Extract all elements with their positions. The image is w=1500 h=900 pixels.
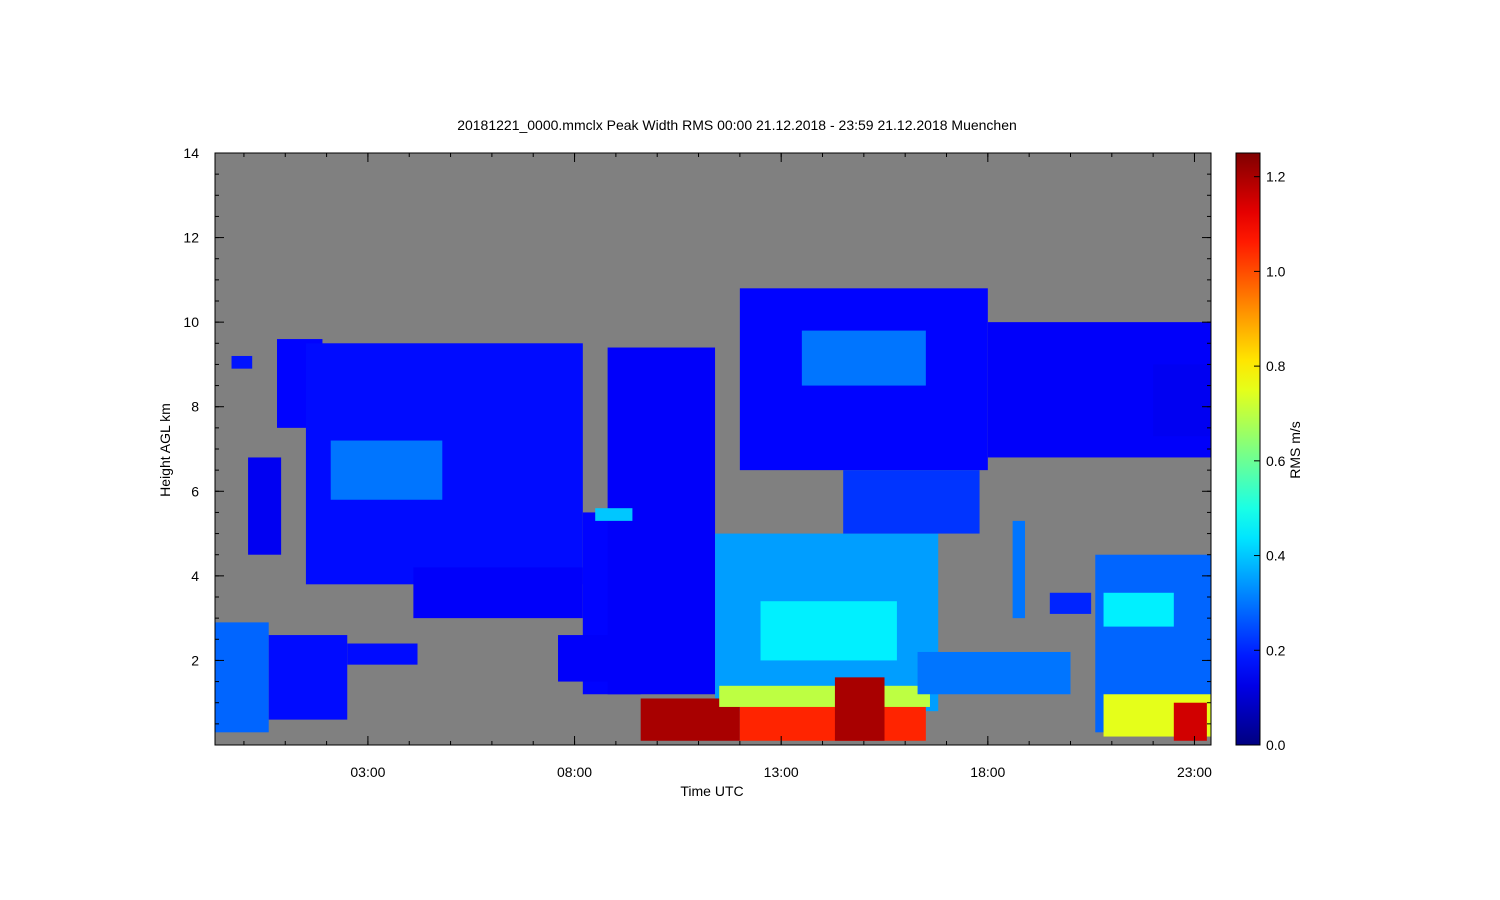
y-tick-label: 8 bbox=[191, 399, 199, 415]
heatmap-cell-22 bbox=[1049, 592, 1092, 614]
colorbar-tick-label: 0.8 bbox=[1266, 358, 1286, 374]
colorbar-tick-label: 1.2 bbox=[1266, 169, 1286, 185]
heatmap-cell-8 bbox=[595, 508, 633, 521]
y-tick-label: 2 bbox=[191, 652, 199, 668]
heatmap-cell-24 bbox=[1103, 592, 1174, 627]
colorbar-label: RMS m/s bbox=[1287, 421, 1303, 479]
x-tick-label: 18:00 bbox=[970, 764, 1005, 780]
heatmap-cell-16 bbox=[801, 330, 926, 386]
y-tick-label: 14 bbox=[183, 145, 199, 161]
x-tick-label: 03:00 bbox=[350, 764, 385, 780]
colorbar-tick-label: 0.4 bbox=[1266, 548, 1286, 564]
colorbar-tick-label: 1.0 bbox=[1266, 263, 1286, 279]
heatmap-cell-30 bbox=[558, 635, 608, 682]
x-tick-label: 13:00 bbox=[764, 764, 799, 780]
x-tick-label: 08:00 bbox=[557, 764, 592, 780]
heatmap-cell-27 bbox=[215, 622, 269, 733]
colorbar: 0.0 0.2 0.4 0.6 0.8 1.0 1.2 bbox=[1235, 152, 1286, 753]
heatmap-cell-5 bbox=[413, 567, 583, 619]
colorbar-tick-label: 0.2 bbox=[1266, 642, 1286, 658]
y-axis-label: Height AGL km bbox=[157, 403, 173, 497]
y-tick-label: 12 bbox=[183, 230, 199, 246]
heatmap-cell-10 bbox=[760, 601, 897, 661]
y-tick-label: 6 bbox=[191, 483, 199, 499]
colorbar-tick-label: 0.0 bbox=[1266, 737, 1286, 753]
colorbar-tick-label: 0.6 bbox=[1266, 453, 1286, 469]
heatmap-cell-19 bbox=[1153, 364, 1211, 437]
heatmap-cell-13 bbox=[719, 685, 930, 707]
plot-area bbox=[214, 152, 1212, 746]
chart-svg: 20181221_0000.mmclx Peak Width RMS 00:00… bbox=[157, 117, 1303, 799]
heatmap-cell-17 bbox=[843, 470, 980, 534]
colorbar-scale bbox=[1235, 152, 1261, 746]
heatmap-cell-0 bbox=[231, 355, 253, 369]
heatmap-cell-4 bbox=[330, 440, 443, 500]
heatmap-cell-28 bbox=[268, 635, 348, 720]
heatmap-cell-14 bbox=[834, 677, 885, 741]
heatmap-cell-29 bbox=[347, 643, 418, 665]
y-tick-label: 10 bbox=[183, 314, 199, 330]
chart-title: 20181221_0000.mmclx Peak Width RMS 00:00… bbox=[457, 117, 1017, 133]
heatmap-cell-26 bbox=[1173, 702, 1207, 741]
x-axis-label: Time UTC bbox=[680, 783, 743, 799]
heatmap-cell-21 bbox=[1012, 520, 1026, 619]
y-tick-label: 4 bbox=[191, 568, 199, 584]
x-tick-label: 23:00 bbox=[1177, 764, 1212, 780]
heatmap-cell-1 bbox=[248, 457, 282, 555]
heatmap-cell-20 bbox=[917, 651, 1071, 695]
